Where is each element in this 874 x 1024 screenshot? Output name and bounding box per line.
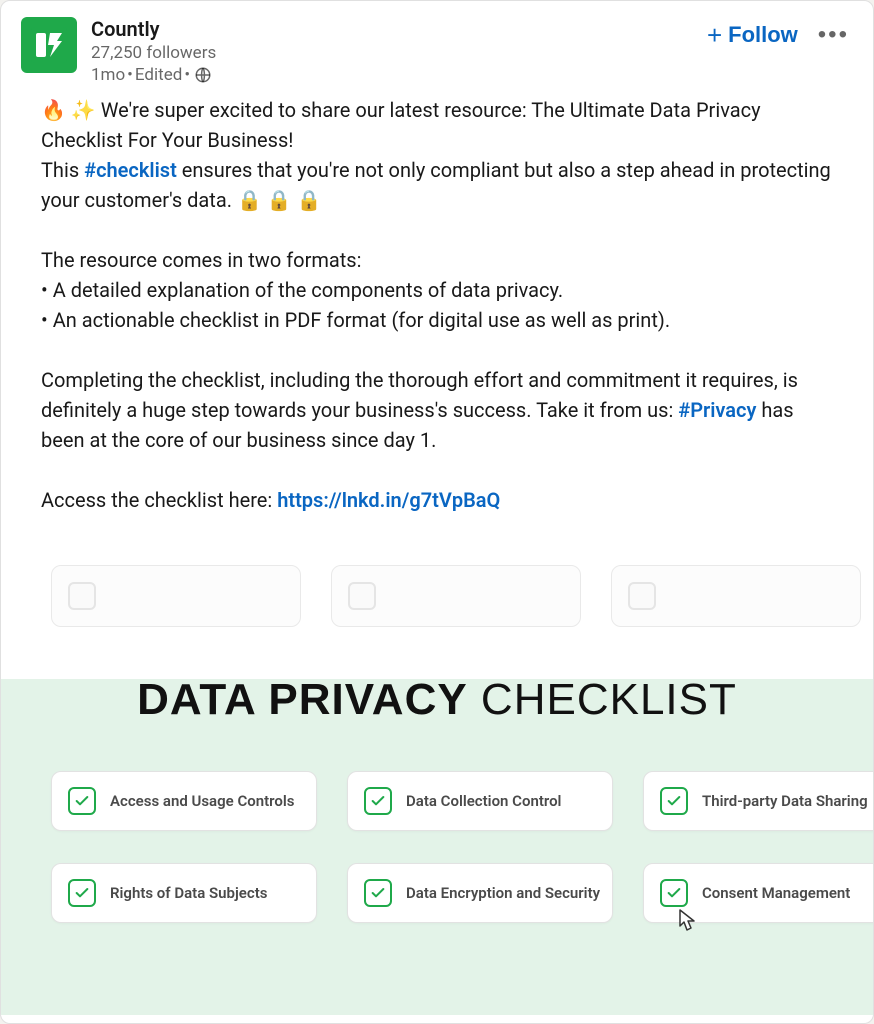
text: Access the checklist here: <box>41 488 277 512</box>
checklist-grid: Access and Usage Controls Data Collectio… <box>1 771 873 923</box>
checklist-item: Data Encryption and Security <box>347 863 613 923</box>
checklist-label: Data Collection Control <box>406 792 561 810</box>
ghost-box <box>331 565 581 627</box>
post-header: Countly 27,250 followers 1mo • Edited • … <box>1 1 873 85</box>
globe-icon <box>194 66 212 84</box>
checklist-label: Access and Usage Controls <box>110 792 294 810</box>
promo-image[interactable]: DATA PRIVACY CHECKLIST Access and Usage … <box>1 535 873 1015</box>
ghost-box <box>611 565 861 627</box>
hashtag-privacy[interactable]: #Privacy <box>678 398 756 422</box>
post-bullet-2: • An actionable checklist in PDF format … <box>41 305 833 335</box>
check-icon <box>660 787 688 815</box>
meta-sep-2: • <box>184 65 190 85</box>
post-card: Countly 27,250 followers 1mo • Edited • … <box>0 0 874 1024</box>
post-meta: 1mo • Edited • <box>91 65 853 85</box>
hashtag-checklist[interactable]: #checklist <box>84 158 177 182</box>
promo-title-rest: CHECKLIST <box>468 675 737 724</box>
checklist-item: Access and Usage Controls <box>51 771 317 831</box>
promo-title-bold: DATA PRIVACY <box>137 675 468 724</box>
author-avatar[interactable] <box>21 17 77 73</box>
overflow-menu-button[interactable]: ••• <box>818 21 849 49</box>
check-icon <box>364 879 392 907</box>
checklist-item: Rights of Data Subjects <box>51 863 317 923</box>
follow-label: Follow <box>728 22 798 48</box>
follow-button[interactable]: + Follow <box>707 22 798 48</box>
header-actions: + Follow ••• <box>707 21 849 49</box>
plus-icon: + <box>707 22 722 48</box>
checklist-label: Rights of Data Subjects <box>110 884 267 902</box>
dots-icon: ••• <box>818 21 849 48</box>
checklist-label: Data Encryption and Security <box>406 884 600 902</box>
ghost-checkbox-icon <box>68 582 96 610</box>
check-icon <box>68 787 96 815</box>
ghost-checkbox-icon <box>628 582 656 610</box>
countly-logo-icon <box>31 27 67 63</box>
post-paragraph-1: 🔥 ✨ We're super excited to share our lat… <box>41 95 833 155</box>
text: This <box>41 158 84 182</box>
checklist-label: Third-party Data Sharing <box>702 792 868 810</box>
post-paragraph-4: Completing the checklist, including the … <box>41 365 833 455</box>
post-body: 🔥 ✨ We're super excited to share our lat… <box>1 85 873 535</box>
ghost-checkbox-icon <box>348 582 376 610</box>
post-edited: Edited <box>135 65 182 85</box>
checklist-item: Data Collection Control <box>347 771 613 831</box>
meta-sep-1: • <box>127 65 133 85</box>
checklist-label: Consent Management <box>702 884 850 902</box>
post-paragraph-3: The resource comes in two formats: <box>41 245 833 275</box>
checklist-item: Third-party Data Sharing <box>643 771 874 831</box>
post-paragraph-2: This #checklist ensures that you're not … <box>41 155 833 215</box>
post-paragraph-5: Access the checklist here: https://lnkd.… <box>41 485 833 515</box>
check-icon <box>364 787 392 815</box>
promo-title: DATA PRIVACY CHECKLIST <box>1 675 873 725</box>
post-age: 1mo <box>91 65 125 85</box>
resource-link[interactable]: https://lnkd.in/g7tVpBaQ <box>277 488 500 512</box>
check-icon <box>68 879 96 907</box>
post-bullet-1: • A detailed explanation of the componen… <box>41 275 833 305</box>
check-icon <box>660 879 688 907</box>
cursor-icon <box>674 908 700 940</box>
checklist-item: Consent Management <box>643 863 874 923</box>
ghost-box <box>51 565 301 627</box>
ghost-row <box>1 565 873 627</box>
